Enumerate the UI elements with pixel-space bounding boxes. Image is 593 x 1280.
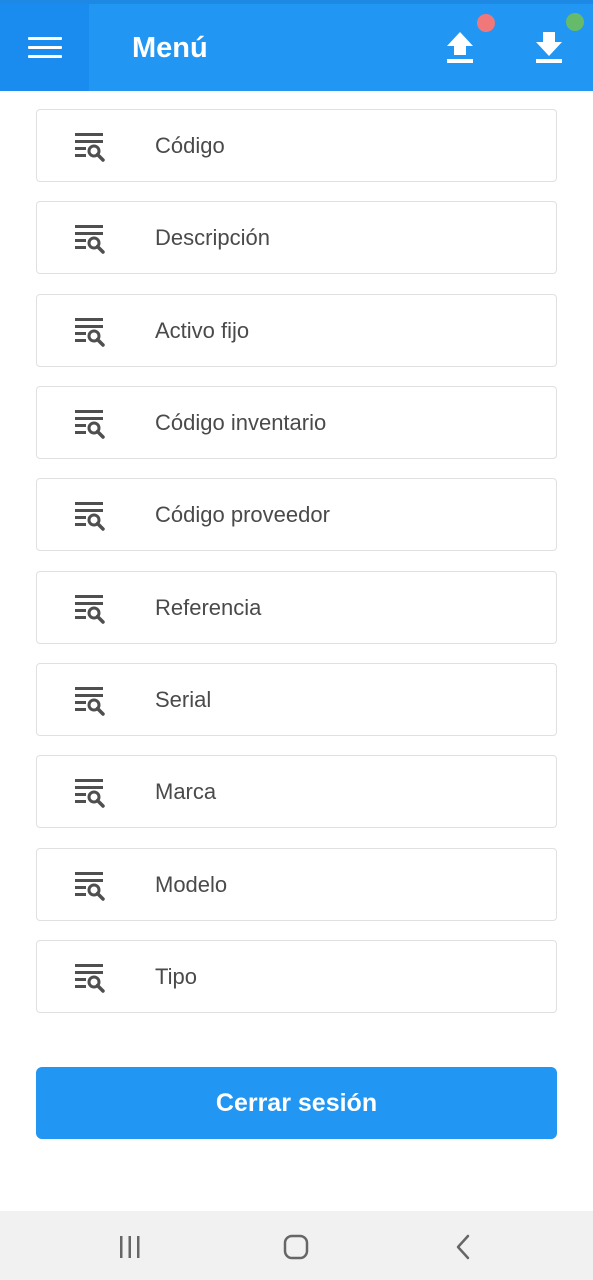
hamburger-menu-icon [27,36,62,59]
home-icon [283,1234,309,1260]
filter-search-icon [75,872,105,901]
menu-item-label: Código proveedor [155,502,330,527]
menu-item-label: Referencia [155,595,262,620]
menu-item-label: Serial [155,687,212,712]
home-button[interactable] [266,1227,326,1267]
menu-item-label: Descripción [155,225,270,250]
filter-search-icon [75,687,105,716]
menu-item-codigo[interactable]: Código [36,109,557,182]
upload-icon [447,32,473,63]
filter-search-icon [75,779,105,808]
menu-button[interactable] [0,4,89,91]
menu-item-serial[interactable]: Serial [36,663,557,736]
menu-item-codigo-proveedor[interactable]: Código proveedor [36,478,557,551]
logout-button[interactable]: Cerrar sesión [36,1067,557,1139]
back-button[interactable] [433,1227,493,1267]
menu-item-codigo-inventario[interactable]: Código inventario [36,386,557,459]
menu-item-label: Código [155,133,225,158]
filter-search-icon [75,133,105,162]
filter-search-icon [75,318,105,347]
menu-item-modelo[interactable]: Modelo [36,848,557,921]
upload-status-dot [477,14,495,32]
menu-item-label: Marca [155,779,217,804]
menu-item-marca[interactable]: Marca [36,755,557,828]
filter-search-icon [75,502,105,531]
menu-item-label: Activo fijo [155,318,250,343]
menu-item-label: Modelo [155,872,228,897]
back-icon [456,1234,470,1260]
menu-item-label: Código inventario [155,410,327,435]
menu-item-referencia[interactable]: Referencia [36,571,557,644]
download-icon [536,32,562,63]
filter-search-icon [75,964,105,993]
filter-search-icon [75,410,105,439]
filter-search-icon [75,225,105,254]
page-title: Menú [132,32,208,64]
menu-item-label: Tipo [155,964,197,989]
recent-apps-button[interactable] [100,1227,160,1267]
filter-search-icon [75,595,105,624]
recent-apps-icon [120,1236,140,1258]
app-bar: Menú [0,0,593,91]
system-nav-bar [0,1211,593,1280]
menu-item-descripcion[interactable]: Descripción [36,201,557,274]
download-status-dot [566,13,584,31]
menu-item-tipo[interactable]: Tipo [36,940,557,1013]
menu-item-activo-fijo[interactable]: Activo fijo [36,294,557,367]
